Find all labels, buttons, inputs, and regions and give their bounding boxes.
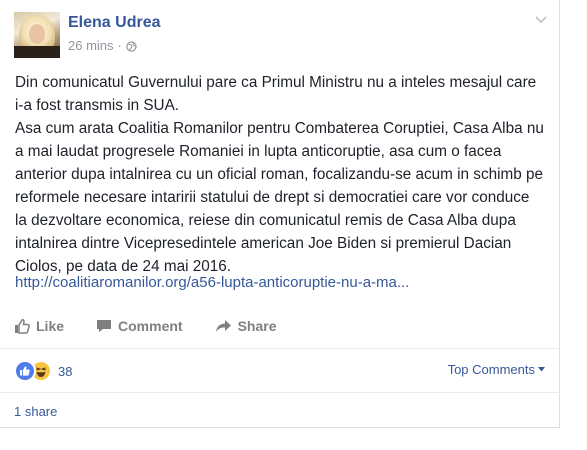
avatar-face (29, 24, 45, 44)
action-bar: Like Comment Share (14, 314, 309, 338)
reactions-summary[interactable]: 38 (14, 360, 72, 382)
chevron-down-icon[interactable] (534, 12, 548, 26)
post-meta: 26 mins · (68, 38, 137, 53)
reaction-count[interactable]: 38 (58, 364, 72, 379)
avatar-clothing (14, 46, 60, 58)
like-label: Like (36, 318, 65, 334)
globe-icon[interactable] (126, 40, 137, 52)
thumbs-up-icon (15, 319, 30, 334)
comment-icon (97, 320, 112, 332)
top-comments-label: Top Comments (447, 362, 535, 377)
divider (0, 348, 560, 349)
divider (0, 392, 560, 393)
top-comments-dropdown[interactable]: Top Comments (448, 362, 545, 377)
post-link[interactable]: http://coalitiaromanilor.org/a56-lupta-a… (15, 274, 409, 291)
post-header: Elena Udrea 26 mins · (14, 10, 554, 58)
post-body: Din comunicatul Guvernului pare ca Primu… (15, 71, 545, 278)
post-paragraph: Din comunicatul Guvernului pare ca Primu… (15, 74, 537, 114)
post-card: Elena Udrea 26 mins · Din comunicatul Gu… (0, 0, 560, 428)
avatar[interactable] (14, 12, 60, 58)
comment-button[interactable]: Comment (96, 318, 183, 334)
like-button[interactable]: Like (14, 318, 64, 334)
share-label: Share (237, 318, 277, 334)
share-count[interactable]: 1 share (14, 404, 57, 419)
share-button[interactable]: Share (215, 318, 277, 334)
author-name[interactable]: Elena Udrea (68, 14, 160, 32)
share-arrow-icon (215, 320, 231, 332)
meta-separator: · (117, 38, 122, 53)
post-paragraph: Asa cum arata Coalitia Romanilor pentru … (15, 120, 544, 275)
like-reaction-icon (14, 360, 36, 382)
comment-label: Comment (118, 318, 183, 334)
caret-down-icon (538, 367, 545, 372)
post-time[interactable]: 26 mins (68, 38, 114, 53)
